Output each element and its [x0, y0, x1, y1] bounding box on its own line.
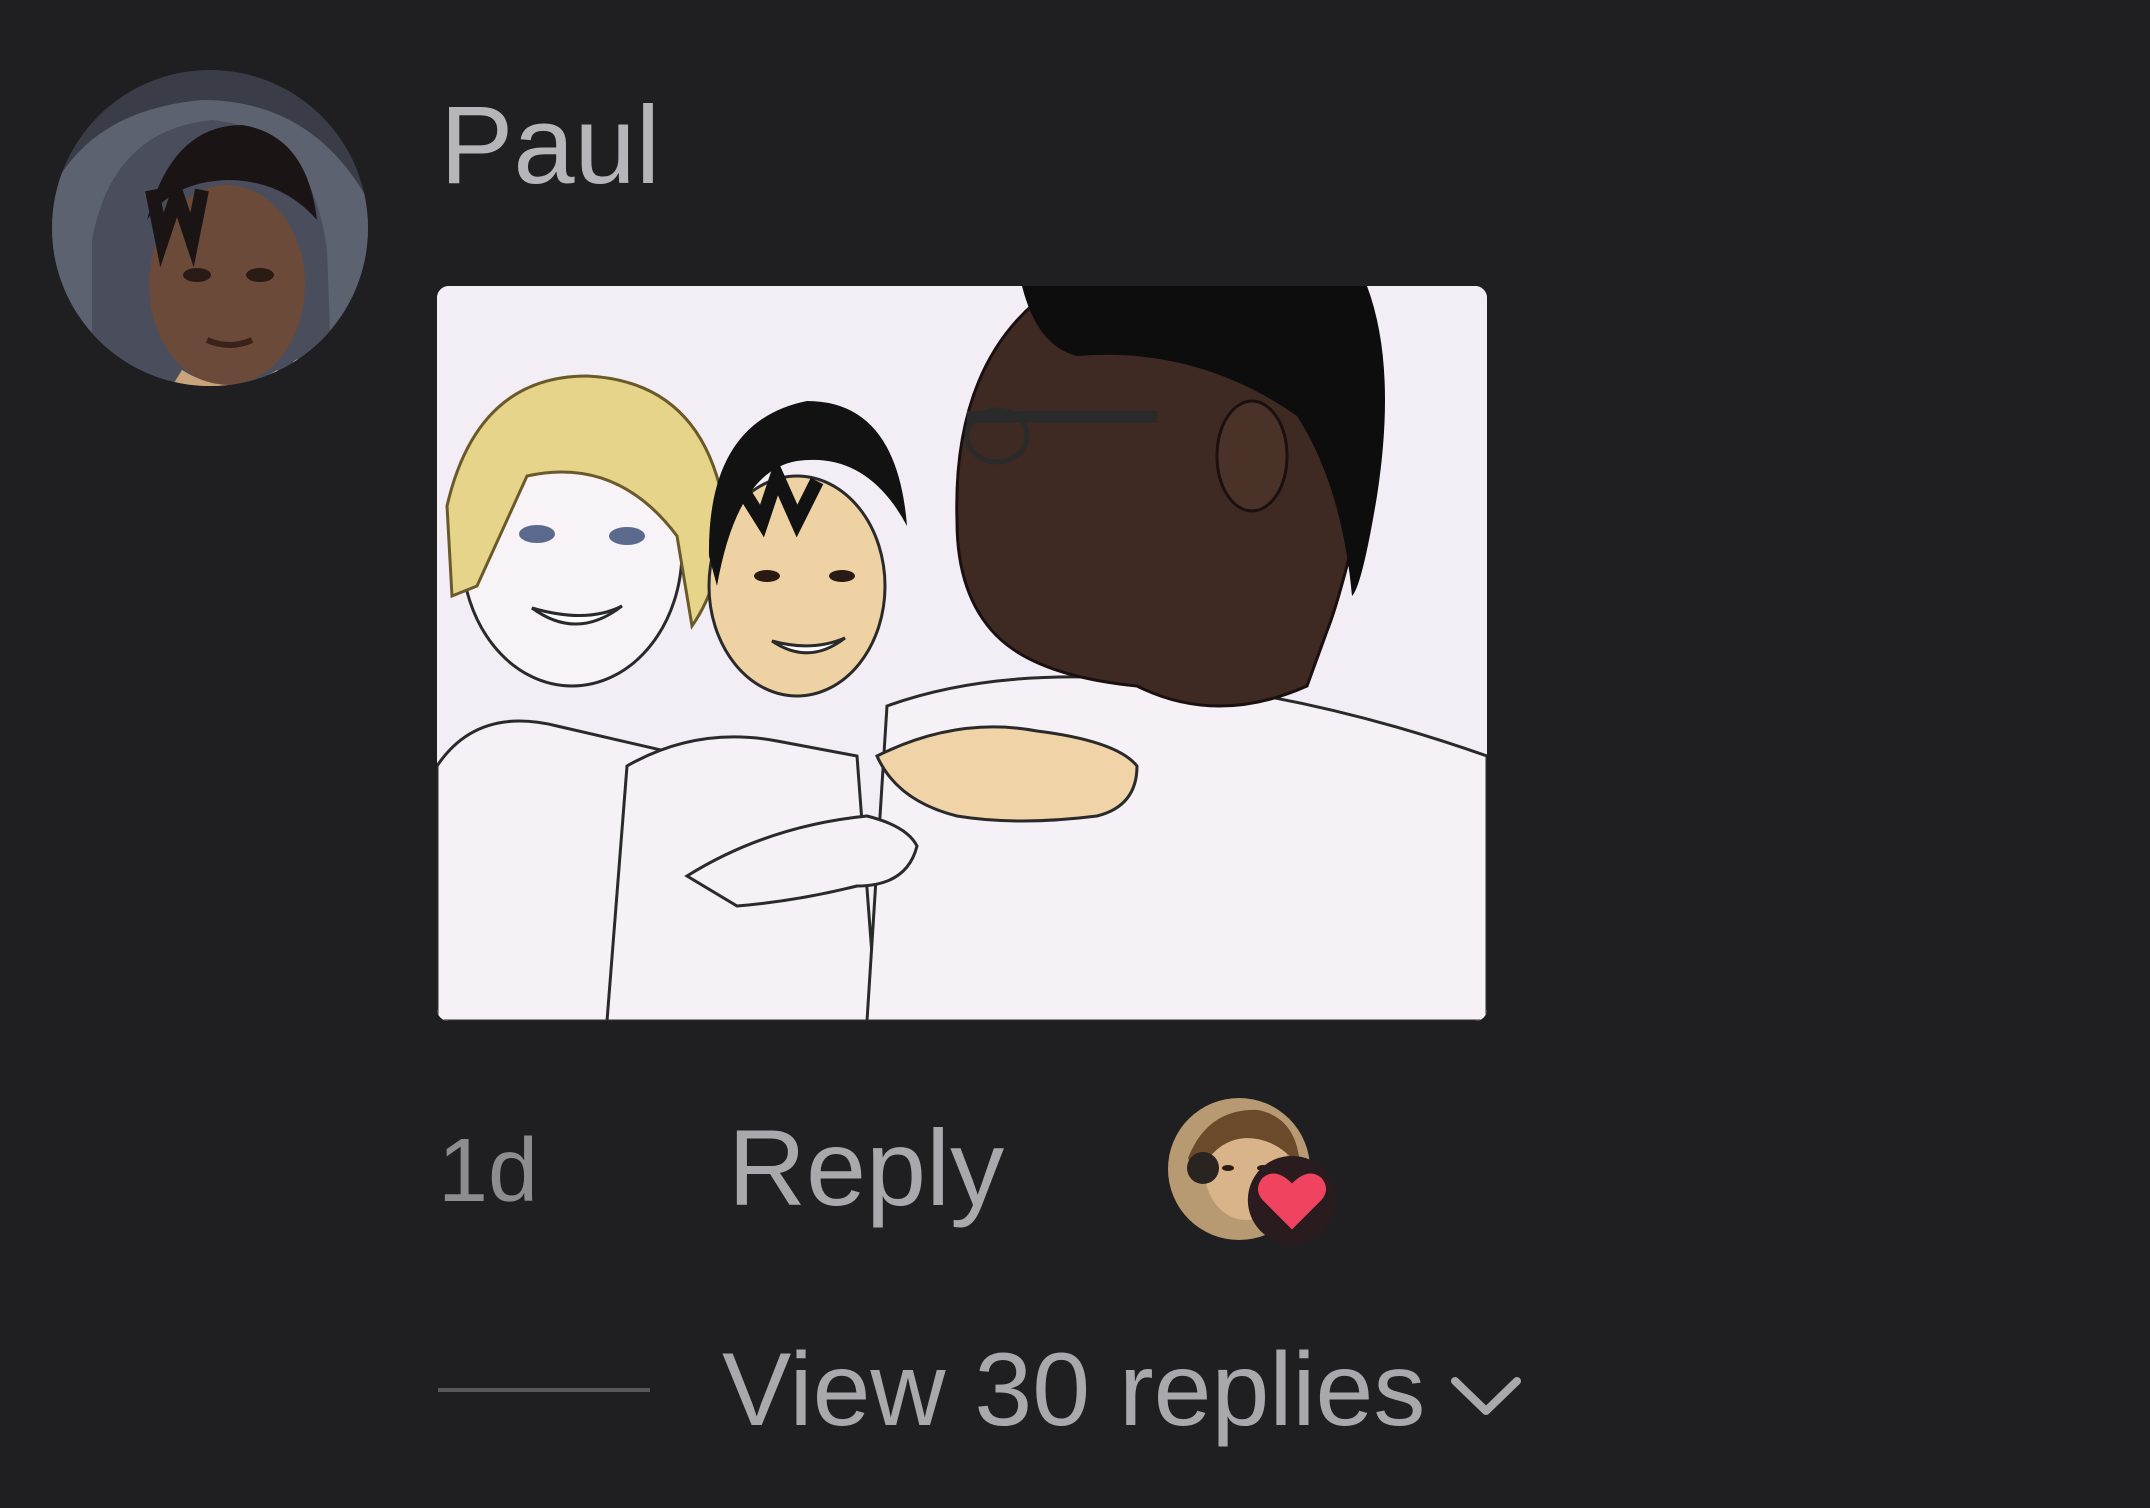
comment-timestamp: 1d	[438, 1121, 539, 1221]
user-avatar[interactable]	[52, 70, 368, 386]
heart-icon	[1247, 1155, 1337, 1245]
comment-thread: Paul 1d Reply View 30 replies	[0, 0, 2150, 1508]
view-replies-label: View 30 replies	[722, 1332, 1426, 1448]
replies-divider	[438, 1388, 650, 1392]
reply-button[interactable]: Reply	[728, 1108, 1004, 1228]
comment-attached-image[interactable]	[437, 286, 1487, 1021]
creator-liked-indicator	[1168, 1098, 1338, 1248]
chevron-down-icon	[1451, 1377, 1522, 1415]
comment-author[interactable]: Paul	[440, 86, 660, 206]
view-replies-button[interactable]: View 30 replies	[438, 1330, 1525, 1450]
